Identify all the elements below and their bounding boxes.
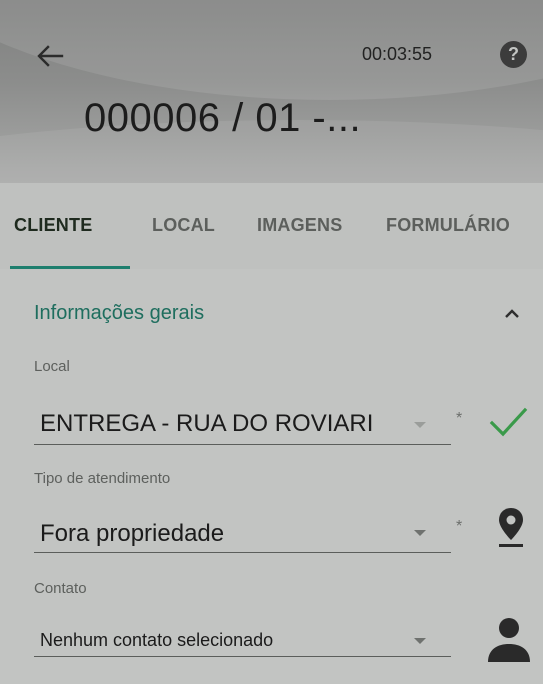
collapse-section-button[interactable]: [502, 304, 522, 324]
local-select[interactable]: ENTREGA - RUA DO ROVIARI: [34, 400, 451, 445]
section-title: Informações gerais: [34, 302, 205, 324]
chevron-down-icon: [414, 422, 426, 428]
tab-imagens[interactable]: IMAGENS: [257, 215, 342, 236]
required-marker: *: [456, 410, 463, 427]
elapsed-timer: 00:03:55: [362, 44, 433, 64]
tipo-atendimento-value: Fora propriedade: [40, 520, 225, 547]
page-title: 000006 / 01 -...: [84, 96, 362, 140]
map-pin-icon[interactable]: [497, 506, 525, 548]
back-arrow-icon: [37, 45, 64, 67]
required-marker: *: [456, 518, 463, 535]
person-icon[interactable]: [486, 616, 532, 662]
tab-formulario[interactable]: FORMULÁRIO: [386, 215, 510, 236]
chevron-down-icon: [414, 638, 426, 644]
tab-local[interactable]: LOCAL: [152, 215, 215, 236]
tipo-atendimento-select[interactable]: Fora propriedade: [34, 508, 451, 553]
tab-bar: CLIENTE LOCAL IMAGENS FORMULÁRIO: [0, 183, 543, 269]
app-header: 00:03:55 ? 000006 / 01 -...: [0, 0, 543, 183]
local-value: ENTREGA - RUA DO ROVIARI: [40, 410, 374, 437]
contato-select[interactable]: Nenhum contato selecionado: [34, 612, 451, 657]
active-tab-indicator: [10, 266, 130, 269]
help-icon: ?: [508, 44, 519, 64]
chevron-up-icon: [505, 309, 519, 318]
contato-label: Contato: [34, 580, 87, 597]
back-button[interactable]: [30, 36, 70, 76]
tipo-atendimento-label: Tipo de atendimento: [34, 470, 171, 487]
tab-cliente[interactable]: CLIENTE: [14, 215, 92, 236]
contato-value: Nenhum contato selecionado: [40, 630, 274, 650]
help-button[interactable]: ?: [500, 41, 527, 68]
local-label: Local: [34, 358, 70, 375]
header-decoration: [0, 0, 543, 100]
check-icon: [489, 407, 528, 437]
chevron-down-icon: [414, 530, 426, 536]
